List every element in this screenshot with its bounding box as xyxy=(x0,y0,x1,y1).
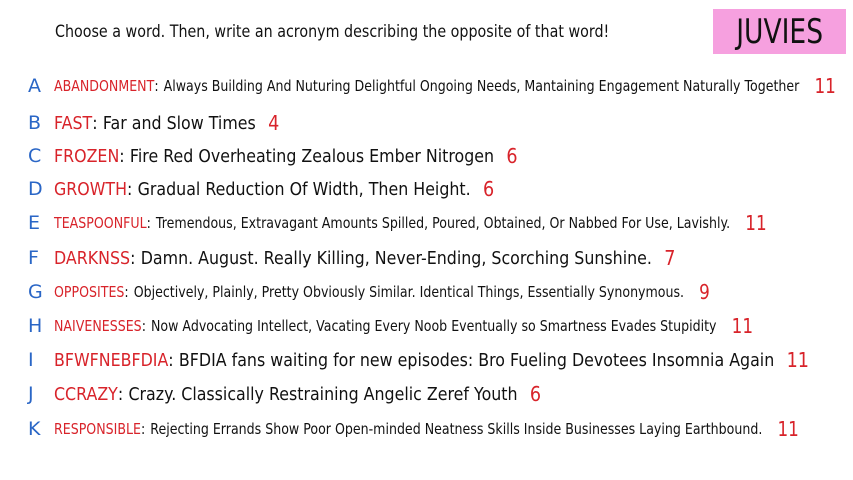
row-word: RESPONSIBLE xyxy=(54,420,142,438)
page: Choose a word. Then, write an acronym de… xyxy=(0,0,853,480)
row-acronym: Rejecting Errands Show Poor Open-minded … xyxy=(150,420,763,438)
row-acronym: Gradual Reduction Of Width, Then Height. xyxy=(137,178,471,200)
row-acronym: Objectively, Plainly, Pretty Obviously S… xyxy=(133,283,685,301)
row-count: 6 xyxy=(529,382,542,406)
row-word: FAST xyxy=(54,112,93,134)
row-colon: : xyxy=(168,349,174,371)
row-count: 11 xyxy=(786,348,809,372)
row-colon: : xyxy=(141,317,146,335)
list-item: K RESPONSIBLE: Rejecting Errands Show Po… xyxy=(28,417,853,441)
row-count: 6 xyxy=(506,144,518,168)
row-letter: D xyxy=(28,178,43,200)
row-word: TEASPOONFUL xyxy=(54,214,147,232)
row-content: GROWTH: Gradual Reduction Of Width, Then… xyxy=(54,177,494,201)
row-colon: : xyxy=(117,383,124,405)
row-count: 11 xyxy=(814,74,836,98)
row-colon: : xyxy=(92,112,98,134)
row-colon: : xyxy=(130,247,136,269)
row-acronym: Crazy. Classically Restraining Angelic Z… xyxy=(128,383,518,405)
list-item: F DARKNSS: Damn. August. Really Killing,… xyxy=(28,246,760,270)
row-letter: I xyxy=(28,349,34,371)
row-acronym: BFDIA fans waiting for new episodes: Bro… xyxy=(178,349,775,371)
list-item: C FROZEN: Fire Red Overheating Zealous E… xyxy=(28,144,581,168)
row-acronym: Tremendous, Extravagant Amounts Spilled,… xyxy=(155,214,731,232)
row-colon: : xyxy=(124,283,129,301)
row-word: NAIVENESSES xyxy=(54,317,142,335)
row-colon: : xyxy=(154,77,159,95)
row-content: FAST: Far and Slow Times 4 xyxy=(54,111,279,135)
row-content: NAIVENESSES: Now Advocating Intellect, V… xyxy=(54,314,753,338)
row-acronym: Far and Slow Times xyxy=(102,112,256,134)
row-colon: : xyxy=(141,420,146,438)
list-item: B FAST: Far and Slow Times 4 xyxy=(28,111,310,135)
row-word: ABANDONMENT xyxy=(54,77,155,95)
row-acronym: Damn. August. Really Killing, Never-Endi… xyxy=(140,247,652,269)
row-content: ABANDONMENT: Always Building And Nuturin… xyxy=(54,74,836,98)
row-word: CCRAZY xyxy=(54,383,118,405)
row-word: FROZEN xyxy=(54,145,120,167)
row-letter: F xyxy=(28,247,39,269)
list-item: A ABANDONMENT: Always Building And Nutur… xyxy=(28,74,853,98)
row-count: 11 xyxy=(777,417,799,441)
row-count: 4 xyxy=(268,111,280,135)
list-item: J CCRAZY: Crazy. Classically Restraining… xyxy=(28,382,608,406)
row-word: BFWFNEBFDIA xyxy=(54,349,169,371)
row-count: 11 xyxy=(731,314,754,338)
row-acronym: Now Advocating Intellect, Vacating Every… xyxy=(150,317,717,335)
row-colon: : xyxy=(126,178,133,200)
row-content: TEASPOONFUL: Tremendous, Extravagant Amo… xyxy=(54,211,767,235)
row-count: 9 xyxy=(699,280,710,304)
row-letter: E xyxy=(28,212,41,234)
list-item: G OPPOSITES: Objectively, Plainly, Prett… xyxy=(28,280,835,304)
list-item: E TEASPOONFUL: Tremendous, Extravagant A… xyxy=(28,211,853,235)
row-content: CCRAZY: Crazy. Classically Restraining A… xyxy=(54,382,541,406)
list-item: D GROWTH: Gradual Reduction Of Width, Th… xyxy=(28,177,554,201)
row-count: 7 xyxy=(664,246,676,270)
row-content: RESPONSIBLE: Rejecting Errands Show Poor… xyxy=(54,417,799,441)
acronym-list: A ABANDONMENT: Always Building And Nutur… xyxy=(0,0,853,480)
row-letter: A xyxy=(28,75,41,97)
row-content: DARKNSS: Damn. August. Really Killing, N… xyxy=(54,246,675,270)
list-item: I BFWFNEBFDIA: BFDIA fans waiting for ne… xyxy=(28,348,853,372)
row-content: FROZEN: Fire Red Overheating Zealous Emb… xyxy=(54,144,518,168)
list-item: H NAIVENESSES: Now Advocating Intellect,… xyxy=(28,314,853,338)
row-content: BFWFNEBFDIA: BFDIA fans waiting for new … xyxy=(54,348,809,372)
row-acronym: Always Building And Nuturing Delightful … xyxy=(163,77,800,95)
row-letter: G xyxy=(28,281,43,303)
row-letter: K xyxy=(28,418,41,440)
row-word: DARKNSS xyxy=(54,247,131,269)
row-count: 11 xyxy=(745,211,767,235)
row-colon: : xyxy=(146,214,151,232)
row-acronym: Fire Red Overheating Zealous Ember Nitro… xyxy=(129,145,495,167)
row-word: GROWTH xyxy=(54,178,127,200)
row-word: OPPOSITES xyxy=(54,283,125,301)
row-letter: C xyxy=(28,145,42,167)
row-letter: H xyxy=(28,315,43,337)
row-letter: J xyxy=(28,383,34,405)
row-colon: : xyxy=(119,145,125,167)
row-count: 6 xyxy=(483,177,495,201)
row-content: OPPOSITES: Objectively, Plainly, Pretty … xyxy=(54,280,710,304)
row-letter: B xyxy=(28,112,42,134)
